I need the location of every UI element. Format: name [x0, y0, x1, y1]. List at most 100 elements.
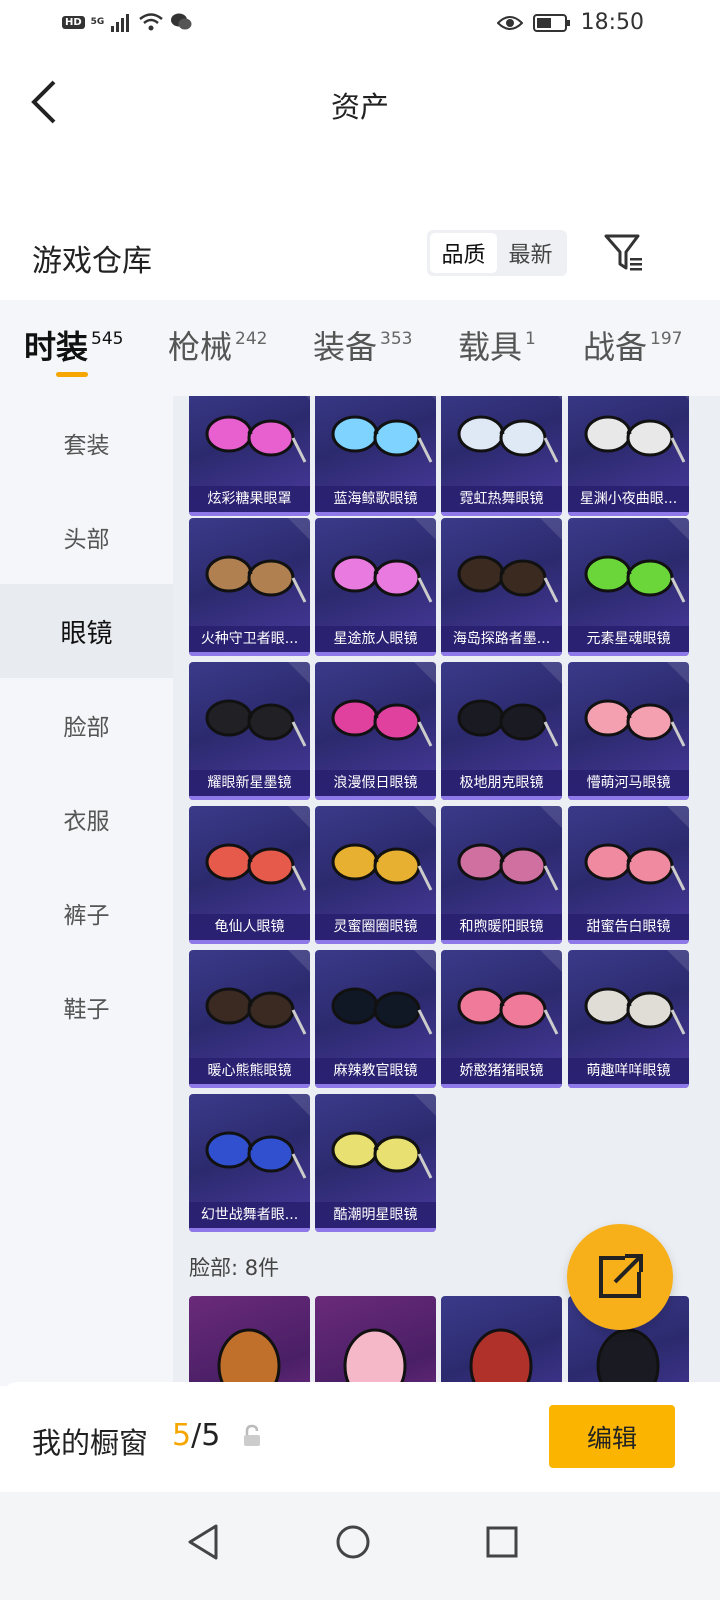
face-item-card[interactable]	[189, 1296, 310, 1382]
active-tab-indicator	[56, 372, 88, 377]
white-sunglasses-icon	[457, 843, 559, 891]
nav-home-button[interactable]	[323, 1512, 383, 1572]
status-bar: HD 5G 18:50	[0, 0, 720, 48]
sidebar-item-shoes[interactable]: 鞋子	[0, 960, 173, 1054]
battery-icon	[532, 13, 570, 32]
item-name: 懵萌河马眼镜	[568, 770, 689, 796]
filter-button[interactable]	[600, 230, 648, 276]
showcase-bar: 我的橱窗 5/5 编辑	[0, 1382, 720, 1492]
item-card[interactable]: 懵萌河马眼镜	[568, 662, 689, 800]
sort-toggle: 品质 最新	[427, 230, 567, 276]
sidebar-item-clothes[interactable]: 衣服	[0, 772, 173, 866]
item-card[interactable]: 元素星魂眼镜	[568, 518, 689, 656]
pink-visor-icon	[331, 555, 433, 603]
pink-round-glasses-icon	[584, 843, 686, 891]
nav-recents-button[interactable]	[472, 1512, 532, 1572]
star-glasses-icon	[331, 415, 433, 463]
rect-glasses-icon	[331, 987, 433, 1035]
share-icon	[599, 1254, 643, 1298]
square-recents-icon	[486, 1526, 518, 1558]
pink-sunglasses-icon	[331, 699, 433, 747]
sidebar-item-face[interactable]: 脸部	[0, 678, 173, 772]
item-name: 麻辣教官眼镜	[315, 1058, 436, 1084]
item-card[interactable]: 蓝海鲸歌眼镜	[315, 396, 436, 516]
network-type: 5G	[90, 17, 105, 27]
tab-vehicles[interactable]: 载具 1	[458, 326, 536, 376]
item-name: 浪漫假日眼镜	[315, 770, 436, 796]
item-name: 暖心熊熊眼镜	[189, 1058, 310, 1084]
item-card[interactable]: 火种守卫者眼...	[189, 518, 310, 656]
green-sunglasses-icon	[584, 555, 686, 603]
tab-firearms[interactable]: 枪械 242	[168, 326, 267, 376]
face-item-card[interactable]	[441, 1296, 562, 1382]
item-card[interactable]: 麻辣教官眼镜	[315, 950, 436, 1088]
system-nav-bar	[0, 1492, 720, 1600]
shield-mask-icon	[217, 1328, 281, 1382]
item-card[interactable]: 酷潮明星眼镜	[315, 1094, 436, 1232]
item-name: 萌趣咩咩眼镜	[568, 1058, 689, 1084]
item-name: 元素星魂眼镜	[568, 626, 689, 652]
face-section-label: 脸部: 8件	[189, 1256, 280, 1280]
wifi-icon	[139, 13, 164, 31]
face-item-card[interactable]	[315, 1296, 436, 1382]
category-tabs: 时装 545 枪械 242 装备 353 载具 1 战备 197	[0, 300, 720, 396]
pig-glasses-icon	[457, 987, 559, 1035]
share-button[interactable]	[567, 1224, 673, 1330]
sidebar-item-outfit[interactable]: 套装	[0, 396, 173, 490]
dark-sunglasses-icon	[457, 699, 559, 747]
aviator-sunglasses-icon	[457, 555, 559, 603]
item-name: 灵蜜圈圈眼镜	[315, 914, 436, 940]
item-name: 娇憨猪猪眼镜	[441, 1058, 562, 1084]
nav-back-button[interactable]	[172, 1512, 232, 1572]
heart-glasses-icon	[584, 699, 686, 747]
item-card[interactable]: 浪漫假日眼镜	[315, 662, 436, 800]
sidebar-item-pants[interactable]: 裤子	[0, 866, 173, 960]
filter-icon	[604, 234, 642, 271]
pig-mask-icon	[343, 1328, 407, 1382]
edit-button[interactable]: 编辑	[549, 1405, 675, 1468]
item-card[interactable]: 龟仙人眼镜	[189, 806, 310, 944]
item-card[interactable]: 灵蜜圈圈眼镜	[315, 806, 436, 944]
bear-glasses-icon	[205, 987, 307, 1035]
eye-icon	[496, 15, 523, 30]
item-card[interactable]: 和煦暖阳眼镜	[441, 806, 562, 944]
item-card[interactable]: 幻世战舞者眼...	[189, 1094, 310, 1232]
black-sunglasses-icon	[205, 699, 307, 747]
item-name: 星途旅人眼镜	[315, 626, 436, 652]
item-name: 酷潮明星眼镜	[315, 1202, 436, 1228]
item-name: 霓虹热舞眼镜	[441, 486, 562, 512]
goggles-icon	[457, 415, 559, 463]
item-card[interactable]: 海岛探路者墨...	[441, 518, 562, 656]
item-card[interactable]: 极地朋克眼镜	[441, 662, 562, 800]
gold-aviator-icon	[331, 1131, 433, 1179]
hex-glasses-icon	[331, 843, 433, 891]
item-card[interactable]: 萌趣咩咩眼镜	[568, 950, 689, 1088]
status-time: 18:50	[580, 10, 644, 35]
item-card[interactable]: 霓虹热舞眼镜	[441, 396, 562, 516]
sort-quality-option[interactable]: 品质	[430, 233, 497, 273]
warehouse-title: 游戏仓库	[32, 244, 152, 279]
tab-equipment[interactable]: 装备 353	[313, 326, 412, 376]
item-name: 幻世战舞者眼...	[189, 1202, 310, 1228]
item-card[interactable]: 星途旅人眼镜	[315, 518, 436, 656]
item-name: 耀眼新星墨镜	[189, 770, 310, 796]
item-card[interactable]: 炫彩糖果眼罩	[189, 396, 310, 516]
mesh-visor-icon	[205, 555, 307, 603]
sort-newest-option[interactable]: 最新	[497, 233, 564, 273]
sidebar-item-head[interactable]: 头部	[0, 490, 173, 584]
item-name: 星渊小夜曲眼...	[568, 486, 689, 512]
triangle-back-icon	[188, 1524, 218, 1560]
item-card[interactable]: 耀眼新星墨镜	[189, 662, 310, 800]
item-card[interactable]: 星渊小夜曲眼...	[568, 396, 689, 516]
item-card[interactable]: 甜蜜告白眼镜	[568, 806, 689, 944]
circle-home-icon	[336, 1525, 370, 1559]
item-card[interactable]: 暖心熊熊眼镜	[189, 950, 310, 1088]
wechat-icon	[171, 13, 192, 30]
tab-supplies[interactable]: 战备 197	[583, 326, 682, 376]
item-name: 和煦暖阳眼镜	[441, 914, 562, 940]
tab-fashion[interactable]: 时装 545	[24, 326, 123, 376]
item-name: 炫彩糖果眼罩	[189, 486, 310, 512]
item-card[interactable]: 娇憨猪猪眼镜	[441, 950, 562, 1088]
sheep-glasses-icon	[584, 987, 686, 1035]
sidebar-item-glasses[interactable]: 眼镜	[0, 584, 173, 678]
